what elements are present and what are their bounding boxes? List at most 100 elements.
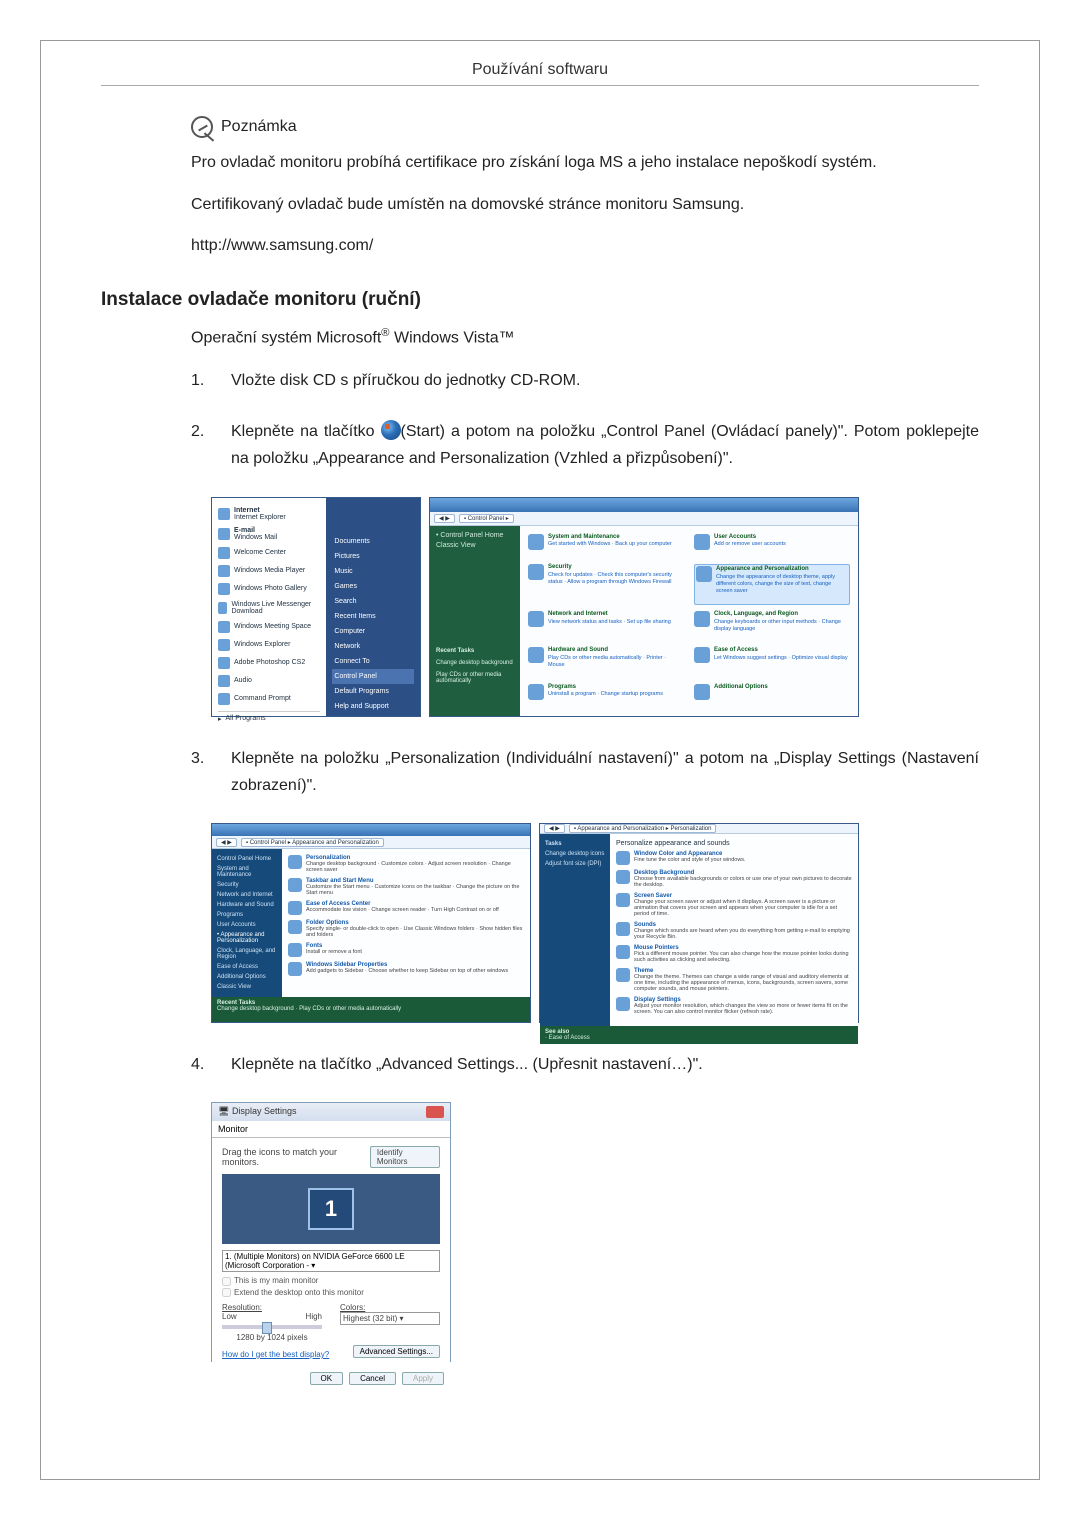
ds-chk-main	[222, 1277, 231, 1286]
note-url: http://www.samsung.com/	[191, 233, 979, 259]
ds-title: Display Settings	[232, 1106, 297, 1116]
pers-side-prog: Programs	[217, 910, 277, 920]
pers-addr2: Appearance and Personalization ▸ Persona…	[577, 826, 711, 832]
ds-chk-extend-label: Extend the desktop onto this monitor	[234, 1288, 364, 1297]
ds-drag: Drag the icons to match your monitors.	[222, 1147, 370, 1167]
cp-cat-net-sub: View network status and tasks · Set up f…	[548, 619, 671, 626]
cp-recent-1: Change desktop background	[436, 660, 514, 666]
pers-r-mouse-sub: Pick a different mouse pointer. You can …	[634, 951, 849, 963]
step-2-number: 2.	[191, 418, 211, 472]
screenshot-start-menu: InternetInternet Explorer E-mailWindows …	[211, 497, 421, 717]
step-3-text: Klepněte na položku „Personalization (In…	[231, 745, 979, 799]
pers-side-net: Network and Internet	[217, 890, 277, 900]
pers-side-clock: Clock, Language, and Region	[217, 946, 277, 962]
pers-item-sidebar-sub: Add gadgets to Sidebar · Choose whether …	[306, 968, 508, 974]
pers-r-disp-sub: Adjust your monitor resolution, which ch…	[634, 1003, 848, 1015]
os-line: Operační systém Microsoft® Windows Vista…	[191, 327, 979, 347]
os-prefix: Operační systém Microsoft	[191, 329, 381, 346]
step-2-pre: Klepněte na tlačítko	[231, 423, 381, 440]
start-games: Games	[332, 579, 414, 594]
ds-apply-button: Apply	[402, 1372, 444, 1385]
pers-right-head: Personalize appearance and sounds	[616, 840, 852, 847]
screenshot-display-settings: 🖥 Display Settings Monitor Drag the icon…	[211, 1102, 451, 1362]
start-music: Music	[332, 564, 414, 579]
pers-side-sec: Security	[217, 880, 277, 890]
ds-help-link: How do I get the best display?	[222, 1350, 329, 1359]
pers-side-classic: Classic View	[217, 982, 277, 992]
pers-r-theme-sub: Change the theme. Themes can change a wi…	[634, 974, 849, 992]
ds-monitor-1: 1	[308, 1188, 354, 1230]
start-computer: Computer	[332, 624, 414, 639]
cp-cat-net: Network and Internet	[548, 611, 608, 617]
pers-side-hw: Hardware and Sound	[217, 900, 277, 910]
pers-side-appear: Appearance and Personalization	[217, 932, 264, 944]
step-1-number: 1.	[191, 367, 211, 394]
pers-item-pers-sub: Change desktop background · Customize co…	[306, 861, 511, 873]
step-1-text: Vložte disk CD s příručkou do jednotky C…	[231, 367, 979, 394]
pers-side-sys: System and Maintenance	[217, 864, 277, 880]
ds-tab: Monitor	[212, 1121, 450, 1138]
pers-side-user: User Accounts	[217, 920, 277, 930]
start-wmp: Windows Media Player	[234, 567, 305, 574]
ds-res-high: High	[306, 1312, 322, 1321]
start-connect: Connect To	[332, 654, 414, 669]
cp-side-classic: Classic View	[436, 542, 514, 549]
start-all: All Programs	[226, 715, 266, 722]
start-cp-highlight: Control Panel	[332, 669, 414, 684]
start-pics: Pictures	[332, 549, 414, 564]
ds-chk-extend	[222, 1288, 231, 1297]
start-help: Help and Support	[332, 699, 414, 714]
step-3-number: 3.	[191, 745, 211, 799]
pers-r-sound-sub: Change which sounds are heard when you d…	[634, 928, 850, 940]
ds-res-slider	[222, 1325, 322, 1329]
note-icon	[191, 116, 213, 138]
start-email: E-mail	[234, 527, 255, 534]
note-paragraph-2: Certifikovaný ovladač bude umístěn na do…	[191, 192, 979, 218]
page-title: Používání softwaru	[101, 61, 979, 86]
start-wlmd: Windows Live Messenger Download	[231, 601, 320, 615]
pers-task-dpi: Adjust font size (DPI)	[545, 859, 605, 869]
ds-col-label: Colors:	[340, 1303, 365, 1312]
cp-recent-2: Play CDs or other media automatically	[436, 672, 514, 684]
ds-cancel-button: Cancel	[349, 1372, 396, 1385]
step-4-text: Klepněte na tlačítko „Advanced Settings.…	[231, 1051, 979, 1078]
cp-cat-user: User Accounts	[714, 534, 756, 540]
pers-task-icons: Change desktop icons	[545, 849, 605, 859]
cp-cat-prog: Programs	[548, 684, 576, 690]
cp-cat-appear-highlight: Appearance and Personalization	[716, 566, 809, 572]
cp-cat-sec: Security	[548, 564, 572, 570]
start-search: Search	[332, 594, 414, 609]
start-icon	[381, 420, 401, 440]
start-internet-sub: Internet Explorer	[234, 514, 286, 521]
pers-tasks: Tasks	[545, 841, 562, 847]
ds-col-value: Highest (32 bit)	[343, 1314, 397, 1323]
screenshot-control-panel: ◀ ▶▪ Control Panel ▸ • Control Panel Hom…	[429, 497, 859, 717]
pers-side-home: Control Panel Home	[217, 854, 277, 864]
note-label: Poznámka	[221, 118, 297, 136]
os-suffix: Windows Vista™	[390, 329, 515, 346]
pers-addr1: Control Panel ▸ Appearance and Personali…	[250, 840, 379, 846]
cp-cat-prog-sub: Uninstall a program · Change startup pro…	[548, 691, 663, 698]
pers-item-ease-sub: Accommodate low vision · Change screen r…	[306, 907, 499, 913]
pers-side-add: Additional Options	[217, 972, 277, 982]
pers-r-ss-sub: Change your screen saver or adjust when …	[634, 899, 837, 917]
pers-foot-r2: Play CDs or other media automatically	[299, 1006, 401, 1012]
start-welcome: Welcome Center	[234, 549, 286, 556]
start-defaults: Default Programs	[332, 684, 414, 699]
note-paragraph-1: Pro ovladač monitoru probíhá certifikace…	[191, 150, 979, 176]
cp-cat-user-sub: Add or remove user accounts	[714, 541, 786, 548]
ds-res-value: 1280 by 1024 pixels	[222, 1333, 322, 1342]
cp-cat-ease: Ease of Access	[714, 647, 758, 653]
cp-cat-appear-sub: Change the appearance of desktop theme, …	[716, 574, 848, 595]
ds-chk-main-label: This is my main monitor	[234, 1276, 318, 1285]
ds-identify-button: Identify Monitors	[370, 1146, 440, 1168]
cp-cat-sys: System and Maintenance	[548, 534, 620, 540]
screenshot-personalization: ◀ ▶▪ Appearance and Personalization ▸ Pe…	[539, 823, 859, 1023]
cp-cat-sec-sub: Check for updates · Check this computer'…	[548, 572, 684, 586]
step-2-text: Klepněte na tlačítko (Start) a potom na …	[231, 418, 979, 472]
pers-item-task-sub: Customize the Start menu · Customize ico…	[306, 884, 519, 896]
pers-foot-r1: Change desktop background	[217, 1006, 294, 1012]
cp-side-home: Control Panel Home	[440, 532, 503, 539]
pers-side-ease: Ease of Access	[217, 962, 277, 972]
cp-cat-clock-sub: Change keyboards or other input methods …	[714, 619, 850, 633]
